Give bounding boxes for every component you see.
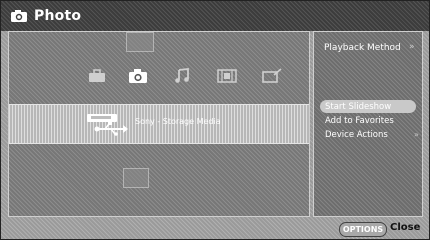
menu-item-device-actions[interactable]: Device Actions » bbox=[320, 128, 419, 141]
page-title: Photo bbox=[34, 8, 82, 24]
camera-icon bbox=[10, 9, 28, 23]
options-panel: Playback Method » Start Slideshow Add to… bbox=[313, 31, 423, 217]
usb-storage-icon bbox=[85, 112, 129, 138]
menu-item-label: Add to Favorites bbox=[325, 115, 394, 126]
selected-device-row[interactable]: Sony - Storage Media bbox=[9, 104, 309, 144]
device-label: Sony - Storage Media bbox=[135, 117, 221, 126]
menu-item-label: Start Slideshow bbox=[325, 101, 392, 112]
chevron-right-icon: » bbox=[409, 42, 415, 52]
media-thumbnail[interactable] bbox=[123, 168, 149, 188]
chevron-right-icon: » bbox=[414, 130, 419, 139]
playback-method-heading[interactable]: Playback Method bbox=[324, 43, 401, 53]
film-icon[interactable] bbox=[216, 66, 238, 86]
camera-icon[interactable] bbox=[127, 66, 149, 86]
menu-item-add-to-favorites[interactable]: Add to Favorites bbox=[320, 114, 416, 127]
tv-edit-icon[interactable] bbox=[261, 66, 283, 86]
media-browser[interactable]: Sony - Storage Media bbox=[8, 31, 310, 217]
title-bar: Photo bbox=[1, 1, 429, 31]
footer-bar: OPTIONS Close bbox=[1, 217, 429, 239]
menu-item-label: Device Actions bbox=[325, 129, 388, 140]
close-button[interactable]: Close bbox=[390, 222, 420, 233]
tv-screen: Photo Sony - Storage Media Playback Meth… bbox=[0, 0, 430, 240]
options-button[interactable]: OPTIONS bbox=[339, 222, 387, 237]
media-thumbnail[interactable] bbox=[126, 32, 154, 52]
menu-item-start-slideshow[interactable]: Start Slideshow bbox=[320, 100, 416, 113]
music-note-icon[interactable] bbox=[171, 66, 193, 86]
briefcase-icon[interactable] bbox=[86, 66, 108, 86]
